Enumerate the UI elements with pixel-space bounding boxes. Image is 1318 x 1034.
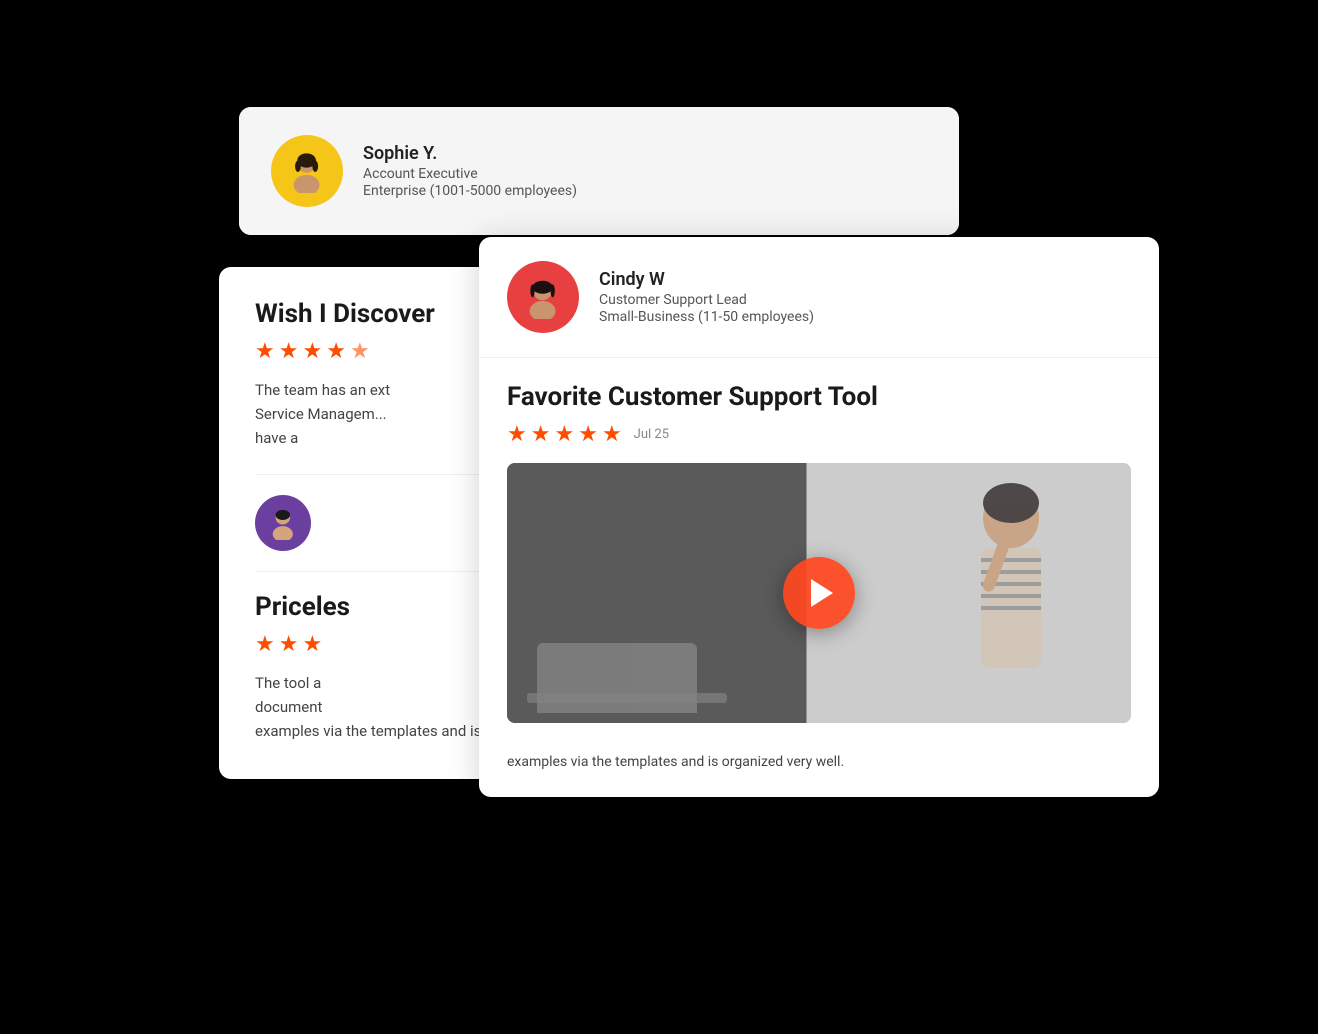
cindy-star-2: ★ — [531, 422, 551, 447]
play-button[interactable] — [783, 557, 855, 629]
user-header-sophie: Sophie Y. Account Executive Enterprise (… — [239, 107, 959, 235]
cindy-bottom-text: examples via the templates and is organi… — [479, 751, 1159, 797]
video-thumbnail[interactable] — [507, 463, 1131, 723]
sophie-portrait-icon — [285, 149, 328, 192]
avatar-purple — [255, 495, 311, 551]
cindy-role: Customer Support Lead — [599, 292, 814, 308]
cindy-review-title: Favorite Customer Support Tool — [507, 382, 1131, 412]
avatar-cindy — [507, 261, 579, 333]
purple-portrait-icon — [266, 506, 300, 540]
priceless-star-3: ★ — [302, 632, 322, 657]
laptop-icon — [527, 633, 727, 713]
star-3: ★ — [302, 339, 322, 364]
star-4: ★ — [326, 339, 346, 364]
star-1: ★ — [255, 339, 275, 364]
sophie-name: Sophie Y. — [363, 143, 577, 164]
review-date: Jul 25 — [634, 427, 669, 442]
avatar-sophie — [271, 135, 343, 207]
cindy-star-1: ★ — [507, 422, 527, 447]
cindy-review-body: Favorite Customer Support Tool ★ ★ ★ ★ ★… — [479, 358, 1159, 751]
woman-silhouette — [891, 473, 1071, 713]
user-info-sophie: Sophie Y. Account Executive Enterprise (… — [363, 143, 577, 199]
cindy-portrait-icon — [521, 275, 564, 318]
star-5-half: ★ — [350, 339, 370, 364]
cindy-star-4: ★ — [578, 422, 598, 447]
cindy-company: Small-Business (11-50 employees) — [599, 309, 814, 325]
cindy-name: Cindy W — [599, 269, 814, 290]
sophie-company: Enterprise (1001-5000 employees) — [363, 183, 577, 199]
cindy-star-3: ★ — [554, 422, 574, 447]
user-info-cindy: Cindy W Customer Support Lead Small-Busi… — [599, 269, 814, 325]
user-header-cindy: Cindy W Customer Support Lead Small-Busi… — [479, 237, 1159, 358]
priceless-star-1: ★ — [255, 632, 275, 657]
sophie-role: Account Executive — [363, 166, 577, 182]
card-cindy: Cindy W Customer Support Lead Small-Busi… — [479, 237, 1159, 797]
scene: Sophie Y. Account Executive Enterprise (… — [159, 107, 1159, 927]
star-2: ★ — [279, 339, 299, 364]
card-sophie: Sophie Y. Account Executive Enterprise (… — [239, 107, 959, 235]
cindy-stars: ★ ★ ★ ★ ★ Jul 25 — [507, 422, 1131, 447]
cindy-star-5: ★ — [602, 422, 622, 447]
priceless-star-2: ★ — [279, 632, 299, 657]
